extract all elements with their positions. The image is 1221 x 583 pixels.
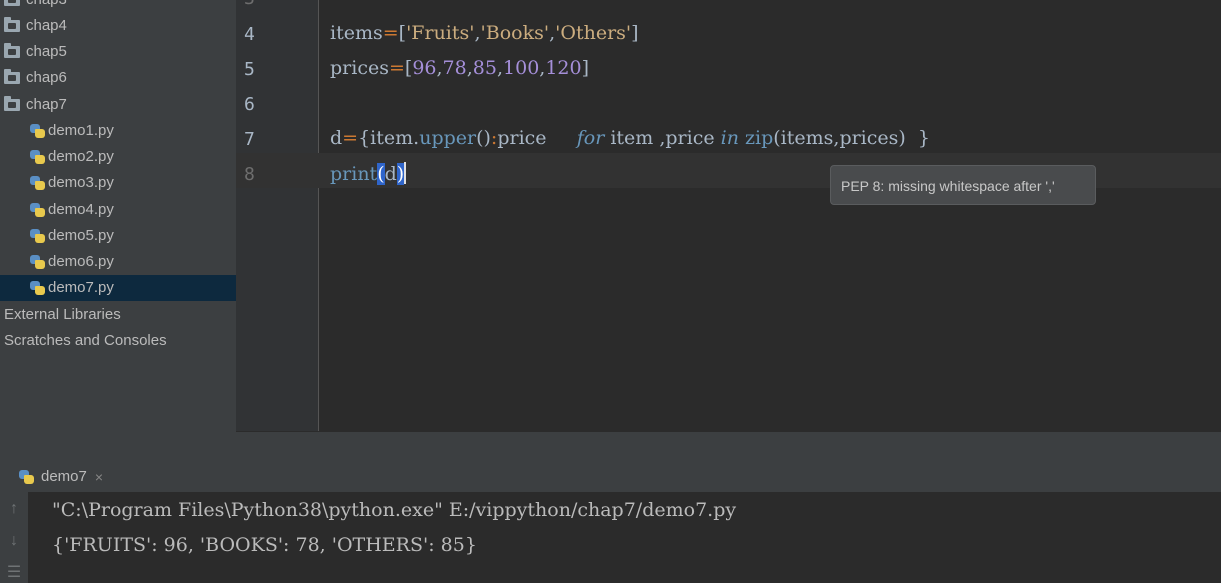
tree-file-demo2[interactable]: demo2.py (29, 144, 114, 170)
scroll-up-icon[interactable]: ↑ (4, 500, 24, 518)
run-tab-bar: demo7 × (0, 461, 1221, 492)
line-number: 4 (244, 24, 255, 45)
line-number: 5 (244, 59, 255, 80)
tree-scratches-consoles[interactable]: Scratches and Consoles (4, 328, 167, 354)
code-line-8: print(d) (330, 162, 407, 185)
soft-wrap-icon[interactable]: ☰ (4, 562, 24, 582)
tree-item-label: demo5.py (48, 227, 114, 244)
tree-file-demo1[interactable]: demo1.py (29, 118, 114, 144)
tree-external-libraries[interactable]: External Libraries (4, 302, 121, 328)
code-line-5: prices=[96,78,85,100,120] (330, 57, 590, 79)
tree-item-label: chap3 (26, 0, 67, 13)
console-command-line: "C:\Program Files\Python38\python.exe" E… (52, 499, 737, 521)
run-tab-demo7[interactable]: demo7 × (18, 461, 103, 492)
python-file-icon (29, 175, 45, 191)
tree-item-label: demo4.py (48, 201, 114, 218)
tree-folder-chap7[interactable]: chap7 (4, 92, 67, 118)
tree-folder-chap5[interactable]: chap5 (4, 39, 67, 65)
console-output-line: {'FRUITS': 96, 'BOOKS': 78, 'OTHERS': 85… (52, 534, 477, 556)
line-number: 3 (244, 0, 264, 9)
tree-item-label: demo2.py (48, 148, 114, 165)
tree-folder-chap4[interactable]: chap4 (4, 13, 67, 39)
code-editor[interactable]: 3 4 5 6 7 8 items=['Fruits','Books','Oth… (236, 0, 1221, 431)
tree-folder-chap6[interactable]: chap6 (4, 65, 67, 91)
line-number: 8 (244, 164, 255, 185)
tree-item-label: demo3.py (48, 174, 114, 191)
editor-status-strip (236, 431, 1221, 462)
tree-file-demo7[interactable]: demo7.py (0, 275, 236, 301)
tree-file-demo4[interactable]: demo4.py (29, 197, 114, 223)
tree-folder-chap3[interactable]: chap3 (4, 0, 67, 13)
folder-icon (4, 17, 20, 32)
python-file-icon (29, 202, 45, 218)
python-file-icon (29, 280, 45, 296)
project-tree: chap3 chap4 chap5 chap6 chap7 demo1.py d… (0, 0, 236, 461)
run-tab-label: demo7 (41, 468, 87, 485)
tree-item-label: chap5 (26, 43, 67, 60)
folder-icon (4, 43, 20, 58)
tree-item-label: External Libraries (4, 306, 121, 323)
text-caret (404, 162, 407, 184)
tree-item-label: demo1.py (48, 122, 114, 139)
tree-file-demo6[interactable]: demo6.py (29, 249, 114, 275)
folder-open-icon (4, 96, 20, 111)
line-number: 7 (244, 129, 255, 150)
folder-icon (4, 0, 20, 6)
tree-item-label: chap7 (26, 96, 67, 113)
scroll-down-icon[interactable]: ↓ (4, 532, 24, 550)
python-file-icon (29, 228, 45, 244)
close-icon[interactable]: × (95, 469, 103, 485)
run-console[interactable]: ↑ ↓ ☰ "C:\Program Files\Python38\python.… (0, 492, 1221, 583)
code-line-7: d={item.upper():price for item ,price in… (330, 127, 930, 149)
line-number: 6 (244, 94, 255, 115)
tree-item-label: chap4 (26, 17, 67, 34)
tree-file-demo3[interactable]: demo3.py (29, 170, 114, 196)
gutter-divider (318, 0, 319, 431)
python-file-icon (29, 149, 45, 165)
tree-item-label: demo7.py (48, 279, 114, 296)
tree-item-label: chap6 (26, 69, 67, 86)
tree-file-demo5[interactable]: demo5.py (29, 223, 114, 249)
python-file-icon (29, 123, 45, 139)
folder-icon (4, 69, 20, 84)
console-toolbar: ↑ ↓ ☰ (0, 492, 28, 583)
pep8-tooltip: PEP 8: missing whitespace after ',' (830, 165, 1096, 205)
tree-item-label: Scratches and Consoles (4, 332, 167, 349)
python-file-icon (29, 254, 45, 270)
tree-item-label: demo6.py (48, 253, 114, 270)
python-run-icon (18, 469, 34, 485)
code-line-4: items=['Fruits','Books','Others'] (330, 22, 639, 44)
